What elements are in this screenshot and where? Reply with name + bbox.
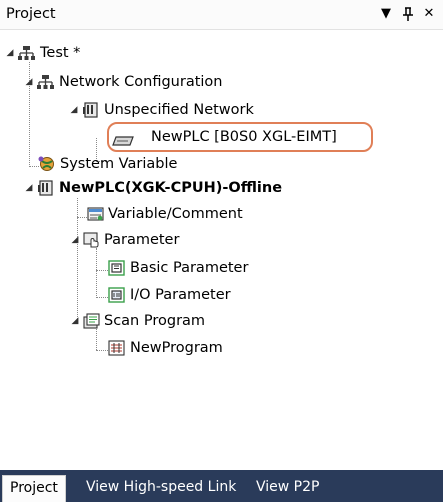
expand-triangle-icon[interactable]: ◢ xyxy=(70,309,80,333)
tree-node-newplc-module[interactable]: NewPLC [B0S0 XGL-EIMT] xyxy=(0,125,370,149)
tree-label: Variable/Comment xyxy=(108,206,243,222)
tree-node-system-variable[interactable]: System Variable xyxy=(0,152,250,176)
tree-label: Basic Parameter xyxy=(130,260,249,276)
tree-label: Parameter xyxy=(104,232,180,248)
tree-node-basic-parameter[interactable]: Basic Parameter xyxy=(0,256,300,280)
plc-cpu-icon xyxy=(37,180,54,196)
tree-label: Unspecified Network xyxy=(104,102,254,118)
network-project-icon xyxy=(18,45,35,61)
tab-view-high-speed-link[interactable]: View High-speed Link xyxy=(79,475,243,502)
panel-title: Project xyxy=(6,6,56,22)
io-parameter-icon xyxy=(108,287,125,303)
scan-program-icon xyxy=(83,313,100,329)
tree-node-plc-project[interactable]: ◢ NewPLC(XGK-CPUH)-Offline xyxy=(0,176,400,200)
tree-label: Network Configuration xyxy=(59,74,223,90)
tree-label: NewProgram xyxy=(130,340,223,356)
tree-label: I/O Parameter xyxy=(130,287,231,303)
tree-label: NewPLC(XGK-CPUH)-Offline xyxy=(59,180,283,196)
tree-node-network-configuration[interactable]: ◢ Network Configuration xyxy=(0,70,300,94)
basic-parameter-icon xyxy=(108,260,125,276)
tree-label: Test * xyxy=(40,45,81,61)
tree-node-parameter[interactable]: ◢ Parameter xyxy=(0,228,250,252)
bottom-tab-bar: Project View High-speed Link View P2P xyxy=(0,470,443,502)
expand-triangle-icon[interactable]: ◢ xyxy=(24,176,34,200)
module-card-icon xyxy=(112,131,134,147)
close-icon[interactable]: ✕ xyxy=(421,6,437,22)
parameter-hand-icon xyxy=(83,232,100,248)
globe-variable-icon xyxy=(38,156,55,172)
tree-node-unspecified-network[interactable]: ◢ Unspecified Network xyxy=(0,98,300,122)
expand-triangle-icon[interactable]: ◢ xyxy=(69,98,79,122)
network-device-icon xyxy=(82,102,99,118)
panel-titlebar: Project ▼ ✕ xyxy=(0,0,443,30)
expand-triangle-icon[interactable]: ◢ xyxy=(70,228,80,252)
pin-icon[interactable] xyxy=(400,6,416,22)
tree-label: System Variable xyxy=(60,156,178,172)
tab-view-p2p[interactable]: View P2P xyxy=(249,475,326,502)
expand-triangle-icon[interactable]: ◢ xyxy=(24,70,34,94)
tree-label: Scan Program xyxy=(104,313,206,329)
program-ladder-icon xyxy=(108,340,125,356)
variable-comment-icon xyxy=(87,206,104,222)
tree-node-io-parameter[interactable]: I/O Parameter xyxy=(0,283,300,307)
expand-triangle-icon[interactable]: ◢ xyxy=(5,41,15,65)
network-config-icon xyxy=(37,74,54,90)
tree-label: NewPLC [B0S0 XGL-EIMT] xyxy=(151,129,337,145)
tree-node-root[interactable]: ◢ Test * xyxy=(0,41,200,65)
chevron-down-icon[interactable]: ▼ xyxy=(378,6,394,22)
project-tree: ◢ Test * ◢ Network Configuration ◢ Unspe… xyxy=(0,30,443,470)
tree-node-scan-program[interactable]: ◢ Scan Program xyxy=(0,309,250,333)
tree-node-new-program[interactable]: NewProgram xyxy=(0,336,300,360)
tree-node-variable-comment[interactable]: Variable/Comment xyxy=(0,202,300,226)
tab-project[interactable]: Project xyxy=(2,475,66,502)
